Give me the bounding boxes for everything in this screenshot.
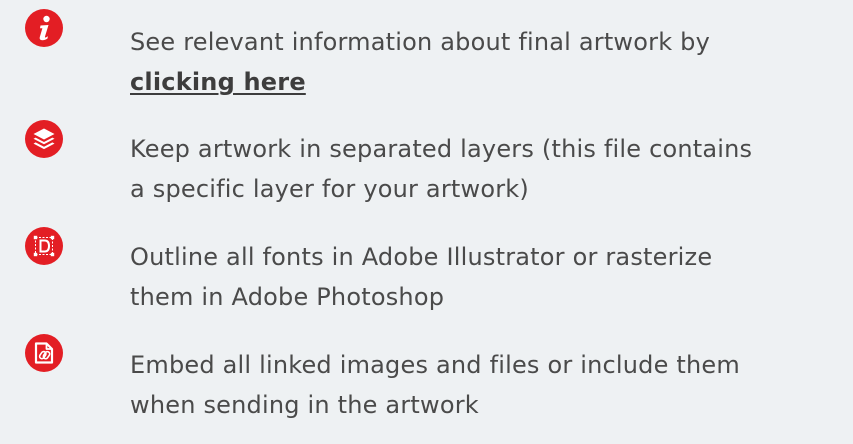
separated-layers-text-line-2: a specific layer for your artwork) <box>130 175 529 203</box>
outline-fonts-text-line-2: them in Adobe Photoshop <box>130 283 445 311</box>
clicking-here-link[interactable]: clicking here <box>130 68 306 96</box>
embed-images-text-line-1: Embed all linked images and files or inc… <box>130 351 740 379</box>
info-icon <box>25 9 63 47</box>
embed-file-icon <box>25 334 63 372</box>
outline-fonts-text-line-1: Outline all fonts in Adobe Illustrator o… <box>130 243 713 271</box>
layers-icon <box>25 120 63 158</box>
artwork-guidelines-list: See relevant information about final art… <box>0 0 853 444</box>
separated-layers-text-line-1: Keep artwork in separated layers (this f… <box>130 135 753 163</box>
embed-images-text-line-2: when sending in the artwork <box>130 391 479 419</box>
outline-font-icon <box>25 227 63 265</box>
final-artwork-info-text: See relevant information about final art… <box>130 28 710 56</box>
